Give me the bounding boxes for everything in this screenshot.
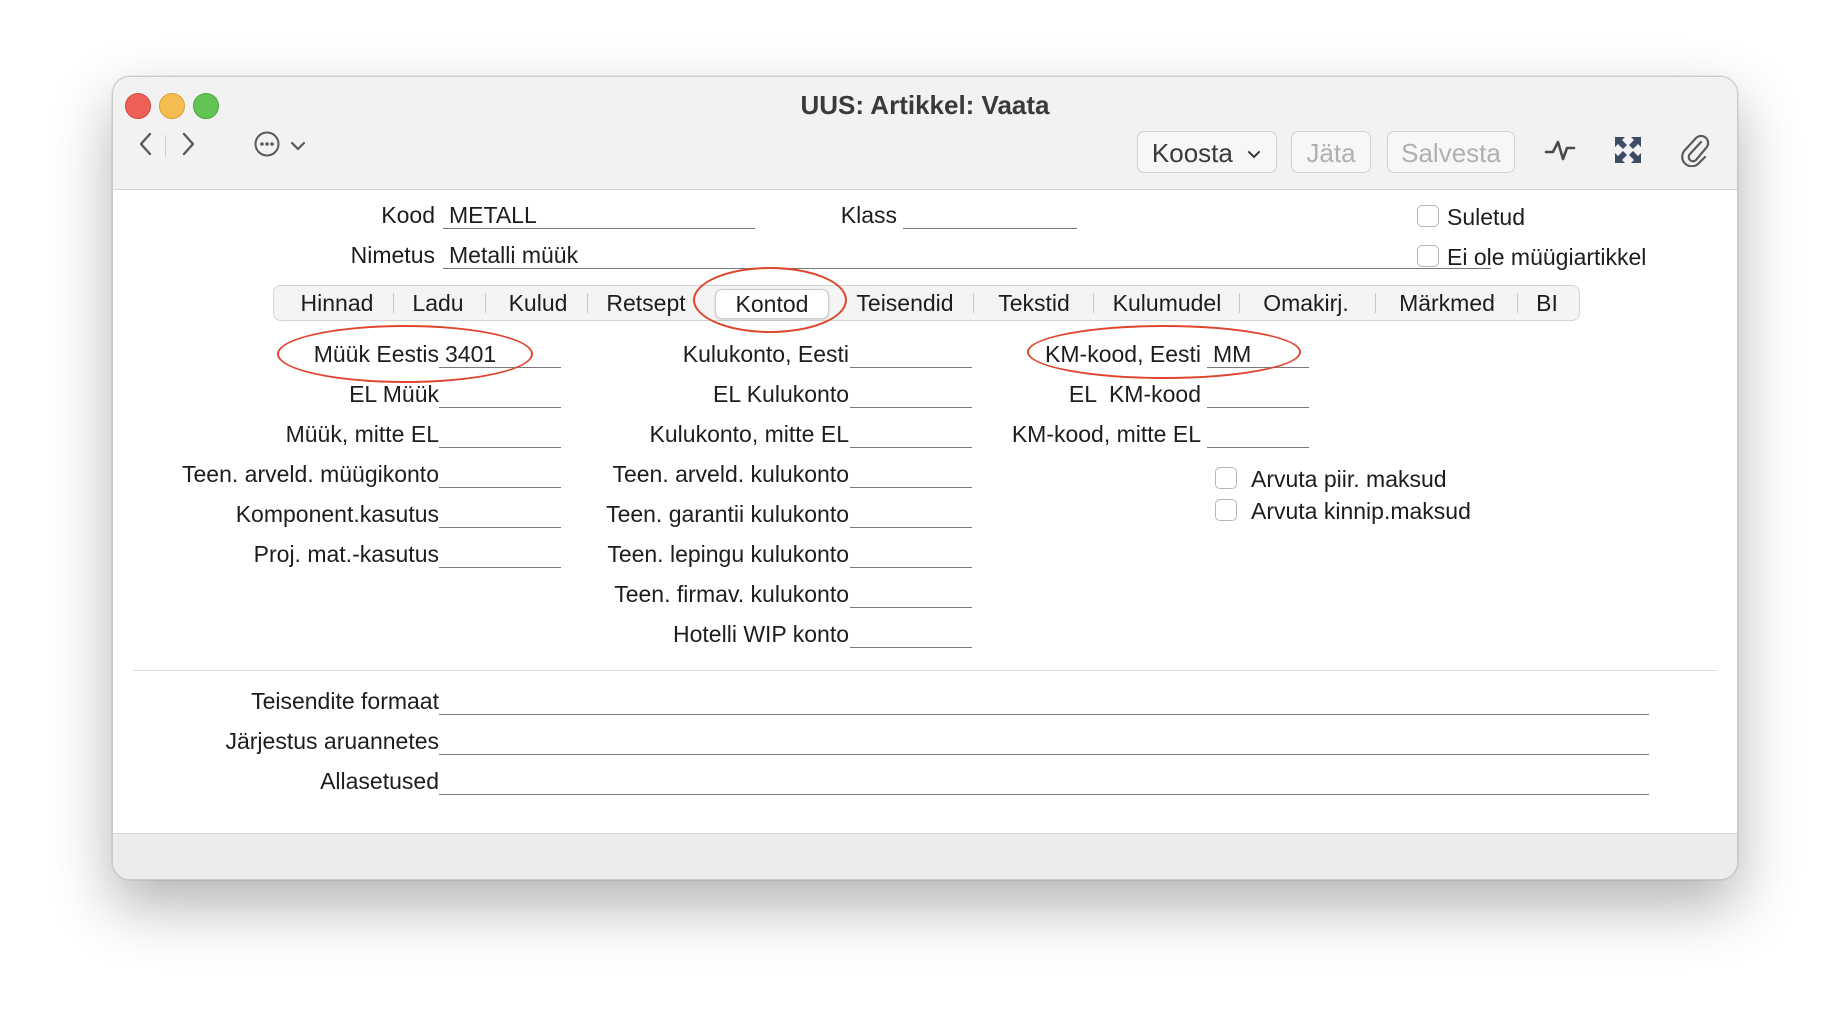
teen-arveld-kulukonto-label: Teen. arveld. kulukonto	[612, 461, 849, 487]
muuk-mitte-el-field[interactable]	[439, 420, 561, 448]
back-icon[interactable]	[133, 129, 159, 159]
tab-kulumudel[interactable]: Kulumudel	[1097, 287, 1237, 319]
teisendite-formaat-label: Teisendite formaat	[251, 688, 439, 714]
kood-label: Kood	[381, 202, 435, 228]
tab-separator	[1239, 293, 1240, 313]
activity-icon[interactable]	[1543, 135, 1577, 165]
arvuta-piir-maksud-checkbox[interactable]	[1215, 467, 1237, 489]
teen-lepingu-kulukonto-label: Teen. lepingu kulukonto	[607, 541, 849, 567]
jarjestus-aruannetes-label: Järjestus aruannetes	[225, 728, 439, 754]
annotation-circle-muuk-eestis	[277, 325, 533, 383]
teen-arveld-kulukonto-field[interactable]	[850, 460, 972, 488]
komponent-kasutus-label: Komponent.kasutus	[235, 501, 439, 527]
suletud-checkbox[interactable]	[1417, 205, 1439, 227]
muuk-mitte-el-label: Müük, mitte EL	[285, 421, 439, 447]
nimetus-label: Nimetus	[350, 242, 435, 268]
tab-ladu[interactable]: Ladu	[397, 287, 479, 319]
window-footer	[113, 833, 1737, 879]
ei-ole-muugiartikkel-label: Ei ole müügiartikkel	[1447, 244, 1647, 270]
allasetused-label: Allasetused	[320, 768, 439, 794]
ei-ole-muugiartikkel-checkbox[interactable]	[1417, 245, 1439, 267]
el-km-kood-field[interactable]	[1207, 380, 1309, 408]
koosta-label: Koosta	[1151, 138, 1233, 168]
tab-bi[interactable]: BI	[1521, 287, 1573, 319]
teen-garantii-kulukonto-field[interactable]	[850, 500, 972, 528]
el-kulukonto-field[interactable]	[850, 380, 972, 408]
forward-icon[interactable]	[175, 129, 201, 159]
el-km-kood-label: EL KM-kood	[1068, 381, 1201, 407]
teen-arveld-muugikonto-field[interactable]	[439, 460, 561, 488]
tab-teisendid[interactable]: Teisendid	[841, 287, 969, 319]
more-icon[interactable]	[253, 129, 283, 159]
klass-field[interactable]	[903, 201, 1077, 229]
annotation-circle-kontod	[693, 267, 847, 333]
nav-divider	[165, 135, 166, 157]
kulukonto-mitte-el-label: Kulukonto, mitte EL	[649, 421, 849, 447]
title-bar: UUS: Artikkel: Vaata Koosta Jäta Salvest…	[113, 77, 1737, 190]
kulukonto-mitte-el-field[interactable]	[850, 420, 972, 448]
tab-separator	[393, 293, 394, 313]
allasetused-field[interactable]	[439, 767, 1649, 795]
suletud-label: Suletud	[1447, 204, 1526, 230]
el-muuk-label: EL Müük	[349, 381, 439, 407]
tab-hinnad[interactable]: Hinnad	[279, 287, 395, 319]
tab-kulud[interactable]: Kulud	[489, 287, 587, 319]
tab-omakirj[interactable]: Omakirj.	[1243, 287, 1369, 319]
proj-mat-kasutus-field[interactable]	[439, 540, 561, 568]
salvesta-button[interactable]: Salvesta	[1387, 131, 1515, 173]
tab-separator	[1517, 293, 1518, 313]
jata-label: Jäta	[1306, 138, 1356, 168]
arvuta-kinnip-maksud-label: Arvuta kinnip.maksud	[1251, 498, 1471, 524]
tab-tekstid[interactable]: Tekstid	[979, 287, 1089, 319]
tab-separator	[1093, 293, 1094, 313]
el-kulukonto-label: EL Kulukonto	[713, 381, 849, 407]
el-muuk-field[interactable]	[439, 380, 561, 408]
teen-garantii-kulukonto-label: Teen. garantii kulukonto	[606, 501, 849, 527]
arvuta-kinnip-maksud-checkbox[interactable]	[1215, 499, 1237, 521]
km-kood-mitte-el-label: KM-kood, mitte EL	[1011, 421, 1201, 447]
koosta-chevron-icon	[1248, 151, 1261, 159]
hotelli-wip-konto-label: Hotelli WIP konto	[673, 621, 849, 647]
tab-separator	[1375, 293, 1376, 313]
tab-separator	[485, 293, 486, 313]
tab-separator	[587, 293, 588, 313]
teen-firmav-kulukonto-field[interactable]	[850, 580, 972, 608]
teen-lepingu-kulukonto-field[interactable]	[850, 540, 972, 568]
proj-mat-kasutus-label: Proj. mat.-kasutus	[253, 541, 439, 567]
salvesta-label: Salvesta	[1401, 138, 1501, 168]
kood-field[interactable]: METALL	[443, 201, 755, 229]
kulukonto-eesti-label: Kulukonto, Eesti	[682, 341, 849, 367]
jata-button[interactable]: Jäta	[1291, 131, 1371, 173]
article-window: UUS: Artikkel: Vaata Koosta Jäta Salvest…	[112, 76, 1738, 880]
nimetus-field[interactable]: Metalli müük	[443, 241, 1491, 269]
teen-firmav-kulukonto-label: Teen. firmav. kulukonto	[614, 581, 849, 607]
km-kood-mitte-el-field[interactable]	[1207, 420, 1309, 448]
chevron-down-icon[interactable]	[289, 133, 307, 155]
klass-label: Klass	[840, 202, 897, 228]
tab-retsept[interactable]: Retsept	[591, 287, 701, 319]
komponent-kasutus-field[interactable]	[439, 500, 561, 528]
paperclip-icon[interactable]	[1679, 133, 1711, 168]
kulukonto-eesti-field[interactable]	[850, 340, 972, 368]
fullscreen-icon[interactable]	[1613, 135, 1643, 165]
teen-arveld-muugikonto-label: Teen. arveld. müügikonto	[182, 461, 439, 487]
hotelli-wip-konto-field[interactable]	[850, 620, 972, 648]
arvuta-piir-maksud-label: Arvuta piir. maksud	[1251, 466, 1447, 492]
window-title: UUS: Artikkel: Vaata	[800, 90, 1050, 120]
jarjestus-aruannetes-field[interactable]	[439, 727, 1649, 755]
teisendite-formaat-field[interactable]	[439, 687, 1649, 715]
section-divider	[133, 670, 1717, 671]
koosta-button[interactable]: Koosta	[1137, 131, 1277, 173]
annotation-circle-km-kood-eesti	[1027, 325, 1301, 379]
tab-markmed[interactable]: Märkmed	[1379, 287, 1515, 319]
tab-separator	[973, 293, 974, 313]
